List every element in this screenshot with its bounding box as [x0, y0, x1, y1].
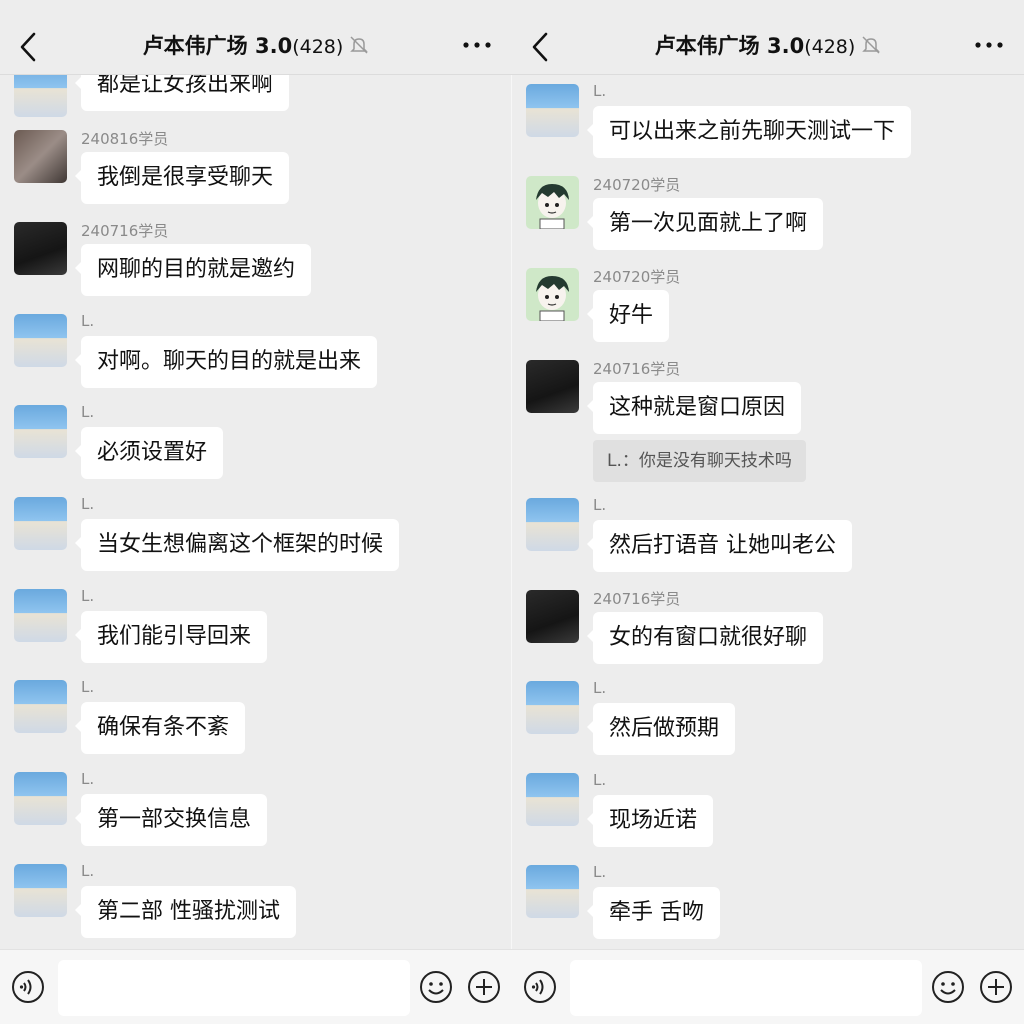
group-name: 卢本伟广场 3.0 [654, 34, 805, 58]
more-icon[interactable] [974, 38, 1004, 52]
message-bubble[interactable]: 确保有条不紊 [74, 702, 246, 754]
sender-name: L. [81, 862, 95, 880]
sender-name: 240816学员 [81, 130, 169, 148]
message-bubble[interactable]: 然后打语音 让她叫老公 [587, 520, 852, 572]
sender-name: L. [81, 312, 95, 330]
avatar[interactable] [526, 176, 579, 229]
more-icon[interactable] [462, 38, 492, 52]
sender-name: L. [81, 495, 95, 513]
sender-name: L. [81, 770, 95, 788]
message-list[interactable]: L. 可以出来之前先聊天测试一下 240720学员 第一次见面就上了啊 2407… [512, 0, 1024, 1024]
avatar[interactable] [526, 590, 579, 643]
sender-name: L. [593, 82, 607, 100]
sender-name: L. [593, 863, 607, 881]
sender-name: L. [81, 678, 95, 696]
message-bubble[interactable]: 第一部交换信息 [74, 794, 268, 846]
message-input[interactable] [58, 960, 410, 1016]
sender-name: L. [81, 587, 95, 605]
sender-name: 240720学员 [593, 176, 681, 194]
message-bubble[interactable]: 我们能引导回来 [74, 611, 268, 663]
avatar[interactable] [14, 130, 67, 183]
voice-icon[interactable] [11, 970, 45, 1004]
avatar[interactable] [526, 268, 579, 321]
chat-panel-left: 都是让女孩出来啊 240816学员 我倒是很享受聊天 240716学员 网聊的目… [0, 0, 512, 1024]
message-input[interactable] [570, 960, 922, 1016]
chat-title: 卢本伟广场 3.0(428) [0, 30, 512, 60]
avatar[interactable] [526, 865, 579, 918]
mute-icon [862, 36, 881, 54]
voice-icon[interactable] [523, 970, 557, 1004]
input-bar [512, 949, 1024, 1024]
message-bubble[interactable]: 网聊的目的就是邀约 [74, 244, 312, 296]
sender-name: L. [593, 496, 607, 514]
sender-name: L. [593, 679, 607, 697]
message-bubble[interactable]: 第二部 性骚扰测试 [75, 886, 296, 938]
avatar[interactable] [526, 681, 579, 734]
avatar[interactable] [526, 360, 579, 413]
message-bubble[interactable]: 必须设置好 [74, 427, 224, 479]
message-bubble[interactable]: 然后做预期 [586, 703, 736, 755]
message-bubble[interactable]: 女的有窗口就很好聊 [586, 612, 824, 664]
chat-panel-right: L. 可以出来之前先聊天测试一下 240720学员 第一次见面就上了啊 2407… [512, 0, 1024, 1024]
message-bubble[interactable]: 我倒是很享受聊天 [74, 152, 290, 204]
avatar[interactable] [14, 314, 67, 367]
cartoon-avatar-icon [536, 276, 569, 321]
avatar[interactable] [526, 84, 579, 137]
message-bubble[interactable]: 好牛 [586, 290, 670, 342]
message-list[interactable]: 都是让女孩出来啊 240816学员 我倒是很享受聊天 240716学员 网聊的目… [0, 0, 512, 1024]
sender-name: 240716学员 [593, 590, 681, 608]
plus-icon[interactable] [979, 970, 1013, 1004]
sender-name: L. [593, 771, 607, 789]
message-bubble[interactable]: 现场近诺 [586, 795, 714, 847]
mute-icon [350, 36, 369, 54]
cartoon-avatar-icon [536, 184, 569, 229]
message-bubble[interactable]: 当女生想偏离这个框架的时候 [74, 519, 400, 571]
sender-name: 240720学员 [593, 268, 681, 286]
avatar[interactable] [526, 773, 579, 826]
avatar[interactable] [14, 405, 67, 458]
avatar[interactable] [14, 589, 67, 642]
message-bubble[interactable]: 可以出来之前先聊天测试一下 [586, 106, 912, 158]
chat-header: 卢本伟广场 3.0(428) [0, 0, 512, 75]
avatar[interactable] [14, 680, 67, 733]
group-name: 卢本伟广场 3.0 [142, 34, 293, 58]
emoji-icon[interactable] [419, 970, 453, 1004]
avatar[interactable] [526, 498, 579, 551]
chat-header: 卢本伟广场 3.0(428) [512, 0, 1024, 75]
message-bubble[interactable]: 对啊。聊天的目的就是出来 [74, 336, 378, 388]
message-bubble[interactable]: 第一次见面就上了啊 [586, 198, 824, 250]
member-count: (428) [804, 36, 856, 58]
sender-name: 240716学员 [81, 222, 169, 240]
chat-title: 卢本伟广场 3.0(428) [512, 30, 1024, 60]
sender-name: 240716学员 [593, 360, 681, 378]
avatar[interactable] [14, 864, 67, 917]
message-bubble[interactable]: 这种就是窗口原因 [586, 382, 802, 434]
sender-name: L. [81, 403, 95, 421]
message-bubble[interactable]: 牵手 舌吻 [587, 887, 720, 939]
quoted-message[interactable]: L.：你是没有聊天技术吗 [593, 440, 806, 482]
plus-icon[interactable] [467, 970, 501, 1004]
avatar[interactable] [14, 497, 67, 550]
member-count: (428) [292, 36, 344, 58]
emoji-icon[interactable] [931, 970, 965, 1004]
avatar[interactable] [14, 222, 67, 275]
avatar[interactable] [14, 772, 67, 825]
input-bar [0, 949, 512, 1024]
